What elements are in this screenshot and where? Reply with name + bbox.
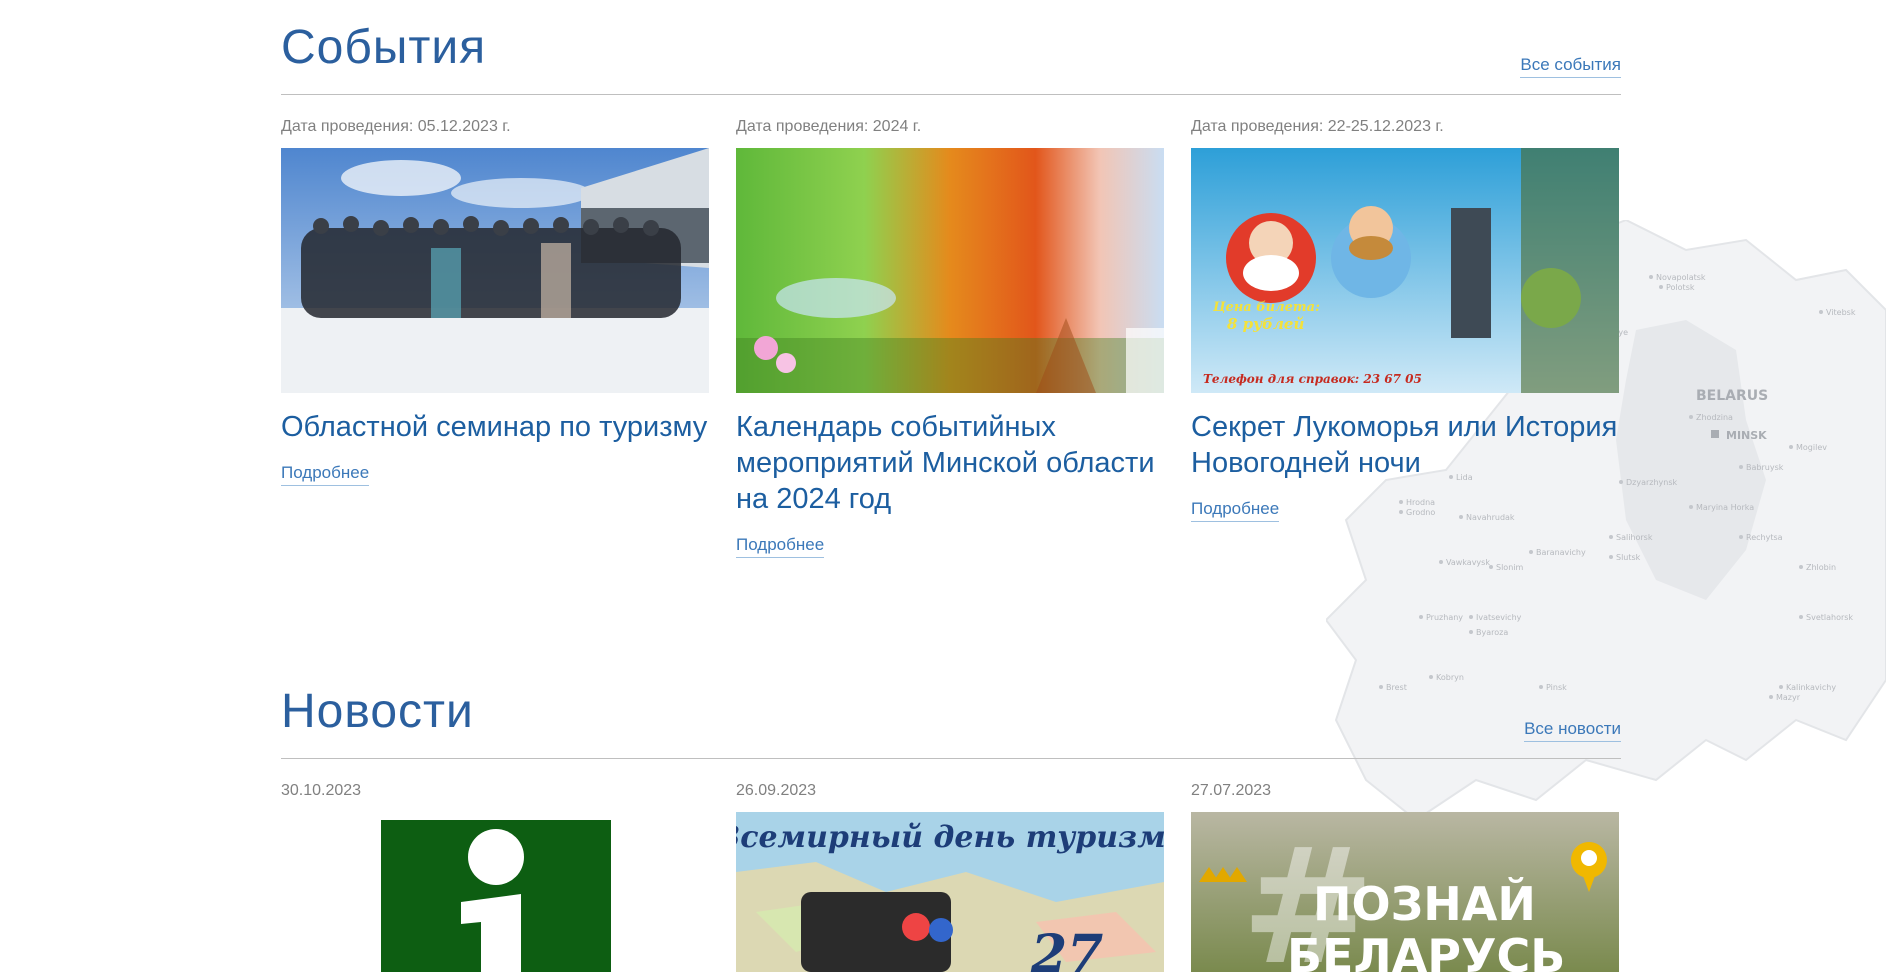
events-title: События (281, 21, 487, 74)
events-cards: Дата проведения: 05.12.2023 г. Областной… (281, 117, 1621, 558)
map-city-label: Kalinkavichy (1786, 683, 1836, 692)
news-date: 30.10.2023 (281, 782, 362, 799)
map-city-dot (1819, 310, 1823, 314)
news-card: 27.07.2023 # ПОЗНАЙ БЕЛАРУСЬ (1191, 781, 1619, 972)
map-city-label: Babruysk (1746, 463, 1784, 472)
event-card: Дата проведения: 05.12.2023 г. Областной… (281, 117, 709, 558)
map-city-label: Vitebsk (1826, 308, 1856, 317)
news-card: 30.10.2023 (281, 781, 709, 972)
map-city-dot (1489, 565, 1493, 569)
events-section: События Все события Дата проведения: 05.… (281, 0, 1621, 558)
map-city-dot (1799, 565, 1803, 569)
event-card: Дата проведения: 22-25.12.2023 г. Цена б… (1191, 117, 1619, 558)
news-date: 27.07.2023 (1191, 782, 1272, 799)
map-city-label: Mogilev (1796, 443, 1827, 452)
news-banner-title: Всемирный день туризма (736, 820, 1164, 855)
map-city-dot (1649, 275, 1653, 279)
event-more-link[interactable]: Подробнее (281, 463, 370, 486)
map-city-dot (1419, 615, 1423, 619)
map-city-dot (1439, 560, 1443, 564)
news-banner-line1: ПОЗНАЙ (1313, 877, 1536, 931)
news-header: Новости Все новости (281, 664, 1621, 759)
map-city-label: Salihorsk (1616, 533, 1653, 542)
poster-price-label: Цена билета: (1212, 300, 1320, 315)
news-section: Новости Все новости 30.10.2023 26.09.202… (281, 664, 1621, 972)
map-city-dot (1739, 465, 1743, 469)
news-date: 26.09.2023 (736, 782, 817, 799)
map-city-label: Byaroza (1476, 628, 1508, 637)
map-city-label: Mazyr (1776, 693, 1801, 702)
map-city-dot (1739, 535, 1743, 539)
event-title[interactable]: Секрет Лукоморья или История Новогодней … (1191, 409, 1619, 481)
map-city-label: Svetlahorsk (1806, 613, 1853, 622)
all-events-link[interactable]: Все события (1520, 55, 1621, 78)
map-city-dot (1799, 615, 1803, 619)
map-city-label: Rechytsa (1746, 533, 1783, 542)
map-city-label: Vawkavysk (1446, 558, 1490, 567)
all-news-link[interactable]: Все новости (1524, 719, 1621, 742)
map-city-label: Slonim (1496, 563, 1523, 572)
map-city-dot (1659, 285, 1663, 289)
news-title: Новости (281, 685, 474, 738)
event-image-poster[interactable]: Цена билета: 8 рублей Телефон для справо… (1191, 148, 1619, 393)
map-city-label: Polotsk (1666, 283, 1695, 292)
news-banner-number: 27 (1030, 924, 1103, 972)
event-date: Дата проведения: 2024 г. (736, 118, 922, 135)
news-banner-line2: БЕЛАРУСЬ (1287, 929, 1565, 972)
poster-phone: Телефон для справок: 23 67 05 (1203, 372, 1422, 386)
event-title[interactable]: Календарь событийных мероприятий Минской… (736, 409, 1164, 517)
map-city-label: Zhodzina (1696, 413, 1733, 422)
news-image-tourism-day[interactable]: Всемирный день туризма 27 (736, 812, 1164, 972)
event-more-link[interactable]: Подробнее (1191, 499, 1280, 522)
news-image-discover-belarus[interactable]: # ПОЗНАЙ БЕЛАРУСЬ (1191, 812, 1619, 972)
poster-price-value: 8 рублей (1227, 315, 1304, 333)
event-image-calendar[interactable] (736, 148, 1164, 393)
map-city-label: Dzyarzhynsk (1626, 478, 1678, 487)
news-card: 26.09.2023 Всемирный день туризма 27 (736, 781, 1164, 972)
info-icon (468, 829, 524, 885)
map-city-dot (1689, 415, 1693, 419)
map-capital-label: MINSK (1726, 429, 1767, 442)
map-city-dot (1469, 630, 1473, 634)
map-city-label: Pruzhany (1426, 613, 1463, 622)
map-city-dot (1789, 445, 1793, 449)
map-city-label: Maryina Horka (1696, 503, 1754, 512)
map-city-label: Ivatsevichy (1476, 613, 1522, 622)
map-city-dot (1779, 685, 1783, 689)
news-image-info[interactable] (281, 812, 709, 972)
news-cards: 30.10.2023 26.09.2023 Всемирный день тур… (281, 781, 1621, 972)
map-country-label: BELARUS (1696, 388, 1768, 404)
event-more-link[interactable]: Подробнее (736, 535, 825, 558)
map-city-dot (1469, 615, 1473, 619)
event-card: Дата проведения: 2024 г. Календарь событ… (736, 117, 1164, 558)
map-city-label: Zhlobin (1806, 563, 1836, 572)
event-date: Дата проведения: 22-25.12.2023 г. (1191, 118, 1444, 135)
events-header: События Все события (281, 0, 1621, 95)
event-title[interactable]: Областной семинар по туризму (281, 409, 709, 445)
map-city-label: Novapolatsk (1656, 273, 1706, 282)
event-image-seminar[interactable] (281, 148, 709, 393)
map-city-dot (1689, 505, 1693, 509)
map-city-dot (1769, 695, 1773, 699)
event-date: Дата проведения: 05.12.2023 г. (281, 118, 511, 135)
